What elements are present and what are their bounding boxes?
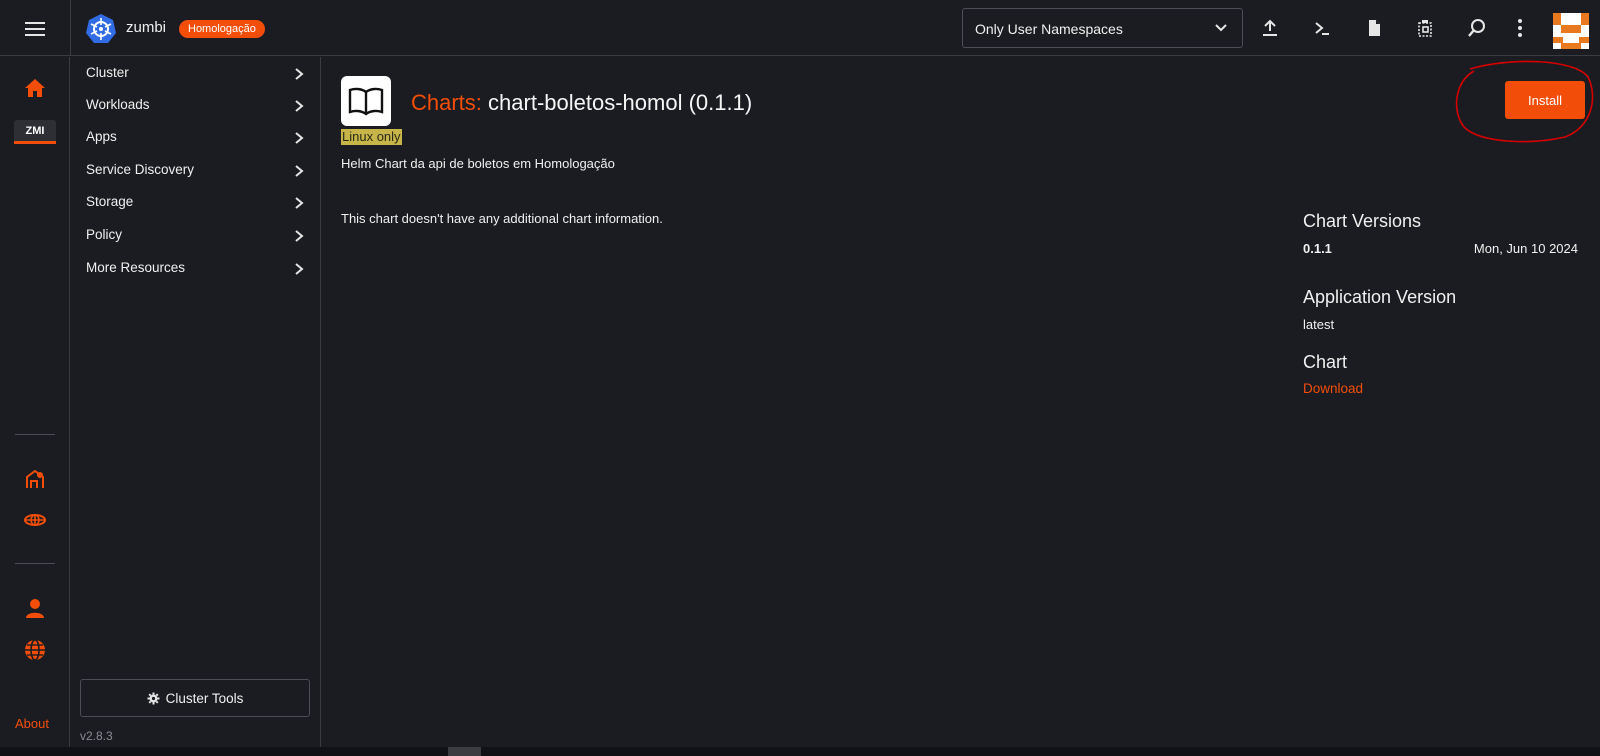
chevron-right-icon — [295, 197, 304, 209]
chevron-right-icon — [295, 165, 304, 177]
cluster-name[interactable]: zumbi — [126, 19, 166, 36]
scrollbar-thumb[interactable] — [448, 747, 481, 756]
topbar-divider — [70, 0, 71, 56]
avatar[interactable] — [1553, 13, 1589, 49]
nav-item-label: Policy — [86, 227, 123, 242]
file-icon[interactable] — [1361, 15, 1387, 41]
kubernetes-logo-icon — [85, 13, 117, 45]
cluster-shortcut-zmi[interactable]: ZMI — [14, 120, 56, 144]
terminal-icon[interactable] — [1309, 15, 1335, 41]
main-content: Charts: chart-boletos-homol (0.1.1) Linu… — [322, 57, 1600, 747]
nav-item-service-discovery[interactable]: Service Discovery — [71, 154, 320, 187]
side-nav: Cluster Workloads Apps Service Discovery… — [71, 57, 321, 756]
upload-icon[interactable] — [1257, 15, 1283, 41]
chart-info-message: This chart doesn't have any additional c… — [341, 211, 663, 226]
page-title-prefix[interactable]: Charts: — [411, 90, 482, 115]
horizontal-scrollbar[interactable] — [0, 747, 1600, 756]
environment-badge: Homologação — [179, 20, 265, 38]
namespace-filter-select[interactable]: Only User Namespaces — [962, 8, 1243, 48]
nav-item-more-resources[interactable]: More Resources — [71, 252, 320, 285]
page-title: Charts: chart-boletos-homol (0.1.1) — [411, 90, 752, 116]
about-link[interactable]: About — [15, 716, 49, 731]
page-title-chart-name: chart-boletos-homol (0.1.1) — [488, 90, 753, 115]
more-vertical-icon[interactable] — [1507, 15, 1533, 41]
home-icon[interactable] — [17, 73, 53, 103]
chart-version-date: Mon, Jun 10 2024 — [1473, 241, 1578, 256]
cluster-tools-label: Cluster Tools — [165, 690, 244, 706]
nav-item-label: Service Discovery — [86, 162, 195, 177]
chevron-right-icon — [295, 230, 304, 242]
nav-item-label: Storage — [86, 194, 134, 209]
rail-divider — [15, 563, 55, 564]
app-window: zumbi Homologação Only User Namespaces Z… — [0, 0, 1600, 756]
app-version-label: v2.8.3 — [80, 729, 113, 743]
menu-icon[interactable] — [14, 18, 56, 40]
nav-item-workloads[interactable]: Workloads — [71, 89, 320, 122]
copy-config-icon[interactable] — [1412, 15, 1438, 41]
rail-divider — [15, 434, 55, 435]
globe-icon[interactable] — [17, 635, 53, 665]
search-icon[interactable] — [1464, 15, 1490, 41]
nav-item-label: Cluster — [86, 65, 129, 80]
chart-version-link[interactable]: 0.1.1 — [1303, 241, 1332, 256]
chart-book-icon — [341, 76, 391, 126]
nav-item-apps[interactable]: Apps — [71, 121, 320, 154]
nav-item-label: Workloads — [86, 97, 150, 112]
nav-item-policy[interactable]: Policy — [71, 219, 320, 252]
chevron-right-icon — [295, 263, 304, 275]
fleet-icon[interactable] — [17, 464, 53, 494]
download-link[interactable]: Download — [1303, 381, 1363, 396]
left-rail: ZMI About — [0, 57, 70, 756]
install-button[interactable]: Install — [1505, 81, 1585, 119]
chevron-right-icon — [295, 68, 304, 80]
nav-item-label: More Resources — [86, 260, 186, 275]
app-version-value: latest — [1303, 317, 1335, 332]
os-compat-badge: Linux only — [341, 129, 402, 145]
chart-description: Helm Chart da api de boletos em Homologa… — [341, 156, 615, 171]
nav-item-label: Apps — [86, 129, 117, 144]
top-bar: zumbi Homologação Only User Namespaces — [0, 0, 1600, 56]
chevron-right-icon — [295, 132, 304, 144]
gear-icon — [147, 692, 160, 704]
nav-item-cluster[interactable]: Cluster — [71, 57, 320, 90]
chart-heading: Chart — [1303, 352, 1348, 372]
chart-versions-heading: Chart Versions — [1303, 211, 1422, 231]
namespace-filter-value: Only User Namespaces — [975, 21, 1123, 37]
user-icon[interactable] — [17, 593, 53, 623]
chevron-down-icon — [1215, 24, 1227, 32]
nav-item-storage[interactable]: Storage — [71, 186, 320, 219]
chevron-right-icon — [295, 100, 304, 112]
globe-grid-icon[interactable] — [17, 505, 53, 535]
cluster-tools-button[interactable]: Cluster Tools — [80, 679, 310, 717]
app-version-heading: Application Version — [1303, 287, 1457, 307]
